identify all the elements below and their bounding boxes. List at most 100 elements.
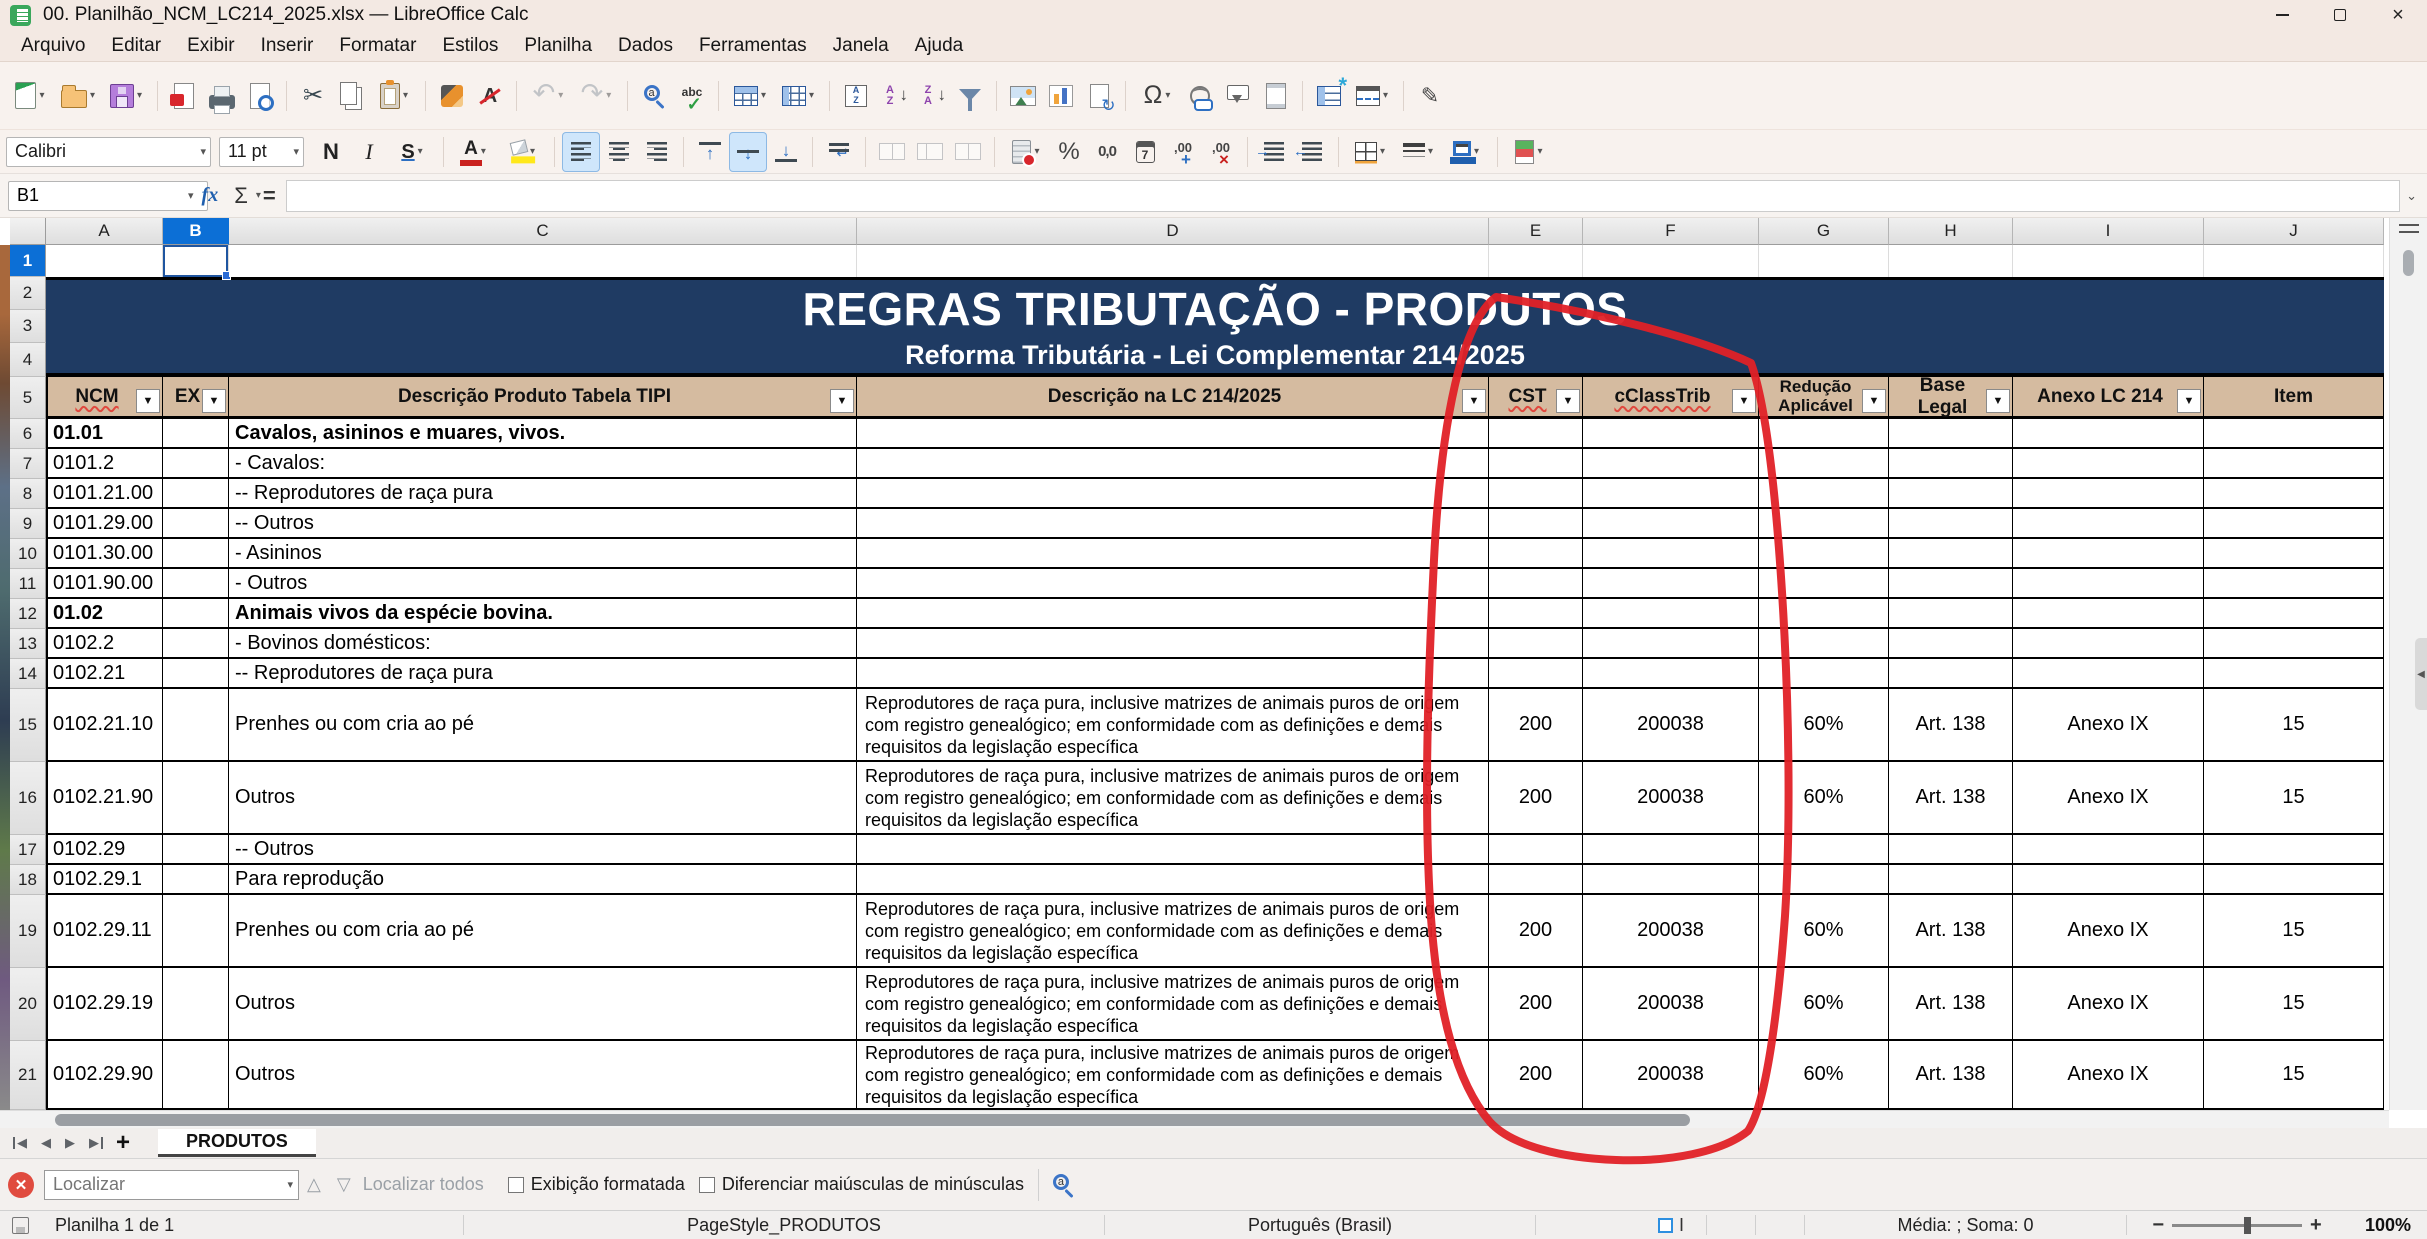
delete-decimal-button[interactable]: ,00 ▾ <box>1202 132 1240 172</box>
function-wizard-icon[interactable]: fx <box>202 184 219 207</box>
save-button[interactable]: ▾ <box>102 76 150 116</box>
close-find-bar-icon[interactable]: ✕ <box>8 1172 34 1198</box>
column-header-A[interactable]: A <box>46 218 163 245</box>
add-sheet-button[interactable]: + <box>116 1129 130 1157</box>
cell-G6[interactable] <box>1759 419 1889 449</box>
cell-B1[interactable] <box>163 245 229 277</box>
cell-A13[interactable]: 0102.2 <box>46 629 163 659</box>
cell-C20[interactable]: Outros <box>229 968 857 1041</box>
cell-C7[interactable]: - Cavalos: <box>229 449 857 479</box>
cell-J16[interactable]: 15 <box>2204 762 2384 835</box>
formula-input[interactable] <box>286 180 2400 212</box>
find-input-combo[interactable]: ▾ <box>44 1170 299 1200</box>
increase-indent-button[interactable]: ▾ <box>1255 132 1293 172</box>
vertical-scrollbar[interactable]: ◀ <box>2389 218 2427 1110</box>
border-style-button[interactable]: ▾ <box>1394 132 1442 172</box>
cell-D18[interactable] <box>857 865 1489 895</box>
row-header-19[interactable]: 19 <box>10 895 46 968</box>
clone-formatting-button[interactable]: ▾ <box>433 76 471 116</box>
cell-G13[interactable] <box>1759 629 1889 659</box>
cell-A10[interactable]: 0101.30.00 <box>46 539 163 569</box>
cell-I14[interactable] <box>2013 659 2204 689</box>
align-right-button[interactable]: ▾ <box>638 132 676 172</box>
table-header-ex[interactable]: EX▼ <box>163 377 229 419</box>
zoom-slider[interactable]: − + <box>2127 1214 2347 1237</box>
cell-B21[interactable] <box>163 1041 229 1110</box>
cell-J6[interactable] <box>2204 419 2384 449</box>
print-preview-button[interactable]: ▾ <box>241 76 279 116</box>
row-header-14[interactable]: 14 <box>10 659 46 689</box>
row-header-3[interactable]: 3 <box>10 310 46 343</box>
cell-I16[interactable]: Anexo IX <box>2013 762 2204 835</box>
column-header-G[interactable]: G <box>1759 218 1889 245</box>
cell-I7[interactable] <box>2013 449 2204 479</box>
cell-A21[interactable]: 0102.29.90 <box>46 1041 163 1110</box>
cell-E8[interactable] <box>1489 479 1583 509</box>
cell-A7[interactable]: 0101.2 <box>46 449 163 479</box>
row-header-10[interactable]: 10 <box>10 539 46 569</box>
font-name-combo[interactable]: Calibri ▾ <box>6 137 211 167</box>
cell-F15[interactable]: 200038 <box>1583 689 1759 762</box>
menu-item[interactable]: Exibir <box>174 30 248 61</box>
cell-E17[interactable] <box>1489 835 1583 865</box>
menu-item[interactable]: Dados <box>605 30 686 61</box>
cell-J8[interactable] <box>2204 479 2384 509</box>
align-top-button[interactable]: ↑ ▾ <box>691 132 729 172</box>
table-header-descri-o-produto-tabela-tipi[interactable]: Descrição Produto Tabela TIPI▼ <box>229 377 857 419</box>
cell-C21[interactable]: Outros <box>229 1041 857 1110</box>
average-sum-status[interactable]: Média: ; Soma: 0 <box>1805 1215 2126 1236</box>
menu-item[interactable]: Inserir <box>248 30 327 61</box>
selection-mode-indicator[interactable]: I <box>1636 1215 1706 1236</box>
cell-I1[interactable] <box>2013 245 2204 277</box>
table-header-item[interactable]: Item <box>2204 377 2384 419</box>
borders-button[interactable]: ▾ <box>1346 132 1394 172</box>
cell-G15[interactable]: 60% <box>1759 689 1889 762</box>
table-header-cst[interactable]: CST▼ <box>1489 377 1583 419</box>
row-header-21[interactable]: 21 <box>10 1041 46 1110</box>
column-header-F[interactable]: F <box>1583 218 1759 245</box>
table-header-cclasstrib[interactable]: cClassTrib▼ <box>1583 377 1759 419</box>
horizontal-scrollbar-thumb[interactable] <box>55 1114 1690 1126</box>
maximize-button[interactable] <box>2311 0 2369 30</box>
freeze-rows-columns-button[interactable]: ▾ <box>1310 76 1348 116</box>
cell-B18[interactable] <box>163 865 229 895</box>
hyperlink-button[interactable]: ▾ <box>1181 76 1219 116</box>
cell-D8[interactable] <box>857 479 1489 509</box>
cell-B8[interactable] <box>163 479 229 509</box>
find-previous-icon[interactable]: △ <box>307 1174 321 1195</box>
cell-A9[interactable]: 0101.29.00 <box>46 509 163 539</box>
cell-F7[interactable] <box>1583 449 1759 479</box>
cell-I12[interactable] <box>2013 599 2204 629</box>
menu-item[interactable]: Janela <box>820 30 902 61</box>
cell-G12[interactable] <box>1759 599 1889 629</box>
cell-A17[interactable]: 0102.29 <box>46 835 163 865</box>
italic-button[interactable]: I ▾ <box>350 132 388 172</box>
zoom-track[interactable] <box>2172 1224 2302 1227</box>
row-header-15[interactable]: 15 <box>10 689 46 762</box>
find-next-icon[interactable]: ▽ <box>337 1174 351 1195</box>
cell-G8[interactable] <box>1759 479 1889 509</box>
close-button[interactable]: × <box>2369 0 2427 30</box>
cell-G18[interactable] <box>1759 865 1889 895</box>
cell-A8[interactable]: 0101.21.00 <box>46 479 163 509</box>
cell-J18[interactable] <box>2204 865 2384 895</box>
previous-sheet-button[interactable]: ◀ <box>34 1131 58 1155</box>
cell-C16[interactable]: Outros <box>229 762 857 835</box>
insert-image-button[interactable]: ▾ <box>1004 76 1042 116</box>
column-header-C[interactable]: C <box>229 218 857 245</box>
menu-item[interactable]: Ferramentas <box>686 30 820 61</box>
cell-A12[interactable]: 01.02 <box>46 599 163 629</box>
insert-comment-button[interactable]: ▾ <box>1219 76 1257 116</box>
cell-G9[interactable] <box>1759 509 1889 539</box>
cell-B10[interactable] <box>163 539 229 569</box>
cell-H11[interactable] <box>1889 569 2013 599</box>
cell-J11[interactable] <box>2204 569 2384 599</box>
row-header-11[interactable]: 11 <box>10 569 46 599</box>
sheet-tab-produtos[interactable]: PRODUTOS <box>158 1129 316 1157</box>
table-header-ncm[interactable]: NCM▼ <box>46 377 163 419</box>
sort-button[interactable]: A Z ▾ <box>837 76 875 116</box>
cell-H14[interactable] <box>1889 659 2013 689</box>
cell-E12[interactable] <box>1489 599 1583 629</box>
autofilter-dropdown-anexo-lc-214[interactable]: ▼ <box>2177 389 2201 413</box>
cell-J19[interactable]: 15 <box>2204 895 2384 968</box>
